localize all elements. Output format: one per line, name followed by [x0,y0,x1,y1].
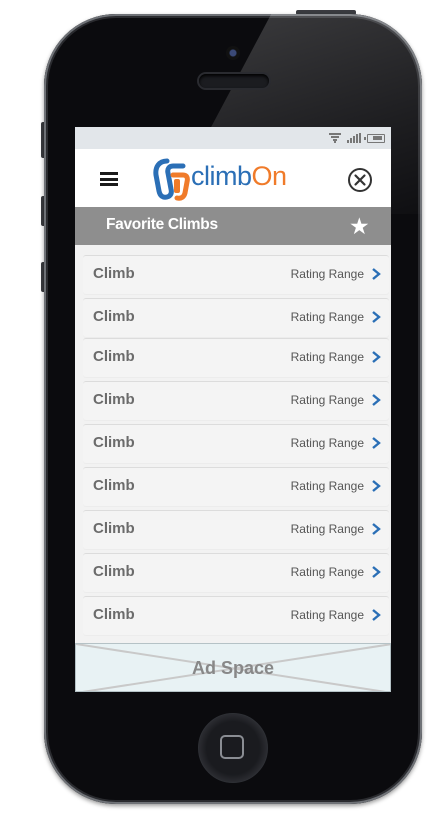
front-camera-icon [226,46,240,60]
chevron-right-icon[interactable] [371,566,381,578]
status-bar [75,127,391,149]
rating-range: Rating Range [290,267,364,281]
close-circle-icon[interactable] [347,167,373,193]
home-square-icon [220,735,244,759]
climb-name: Climb [93,606,135,623]
rating-range: Rating Range [290,350,364,364]
list-item[interactable]: Climb Rating Range [83,467,389,506]
speaker-grille [199,74,269,88]
logo-wordmark: climbOn [191,161,287,191]
list-item[interactable]: Climb Rating Range [83,424,389,463]
ad-space[interactable]: Ad Space [75,643,391,692]
climb-name: Climb [93,265,135,282]
rating-range: Rating Range [290,479,364,493]
climb-name: Climb [93,520,135,537]
chevron-right-icon[interactable] [371,609,381,621]
chevron-right-icon[interactable] [371,480,381,492]
list-item[interactable]: Climb Rating Range [83,255,389,294]
list-item[interactable]: Climb Rating Range [83,338,389,377]
list-item[interactable]: Climb Rating Range [83,298,389,337]
favorite-climbs-header: Favorite Climbs ★ [75,207,391,245]
list-item[interactable]: Climb Rating Range [83,596,389,635]
climb-name: Climb [93,348,135,365]
chevron-right-icon[interactable] [371,437,381,449]
hamburger-menu-icon[interactable] [100,172,118,186]
climb-name: Climb [93,563,135,580]
chevron-right-icon[interactable] [371,268,381,280]
wifi-icon [329,133,341,143]
list-item[interactable]: Climb Rating Range [83,510,389,549]
climb-name: Climb [93,391,135,408]
app-header: climbOn [75,149,391,207]
climbon-logo: climbOn [153,153,313,201]
rating-range: Rating Range [290,393,364,407]
star-icon[interactable]: ★ [349,212,370,240]
app-screen: climbOn Favorite Climbs ★ Climb Rating Ra… [75,127,391,692]
climb-name: Climb [93,308,135,325]
list-item[interactable]: Climb Rating Range [83,553,389,592]
rating-range: Rating Range [290,310,364,324]
ad-label: Ad Space [191,658,275,678]
battery-icon [364,133,385,143]
chevron-right-icon[interactable] [371,351,381,363]
rating-range: Rating Range [290,565,364,579]
section-title: Favorite Climbs [106,216,218,233]
rating-range: Rating Range [290,522,364,536]
chevron-right-icon[interactable] [371,311,381,323]
rating-range: Rating Range [290,436,364,450]
chevron-right-icon[interactable] [371,394,381,406]
climb-name: Climb [93,434,135,451]
rating-range: Rating Range [290,608,364,622]
signal-icon [347,133,361,143]
carabiner-icon [153,158,190,201]
list-item[interactable]: Climb Rating Range [83,381,389,420]
climb-name: Climb [93,477,135,494]
chevron-right-icon[interactable] [371,523,381,535]
